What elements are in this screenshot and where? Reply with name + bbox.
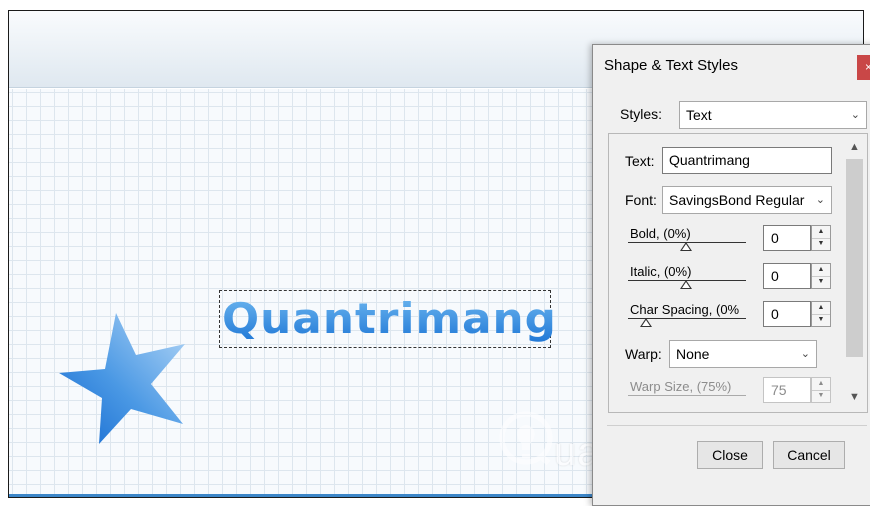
spin-down-icon: ▼	[817, 392, 825, 399]
shape-text-styles-dialog: Shape & Text Styles × Styles: Text ⌄ ▲ ▼…	[592, 44, 870, 506]
text-label: Text:	[625, 153, 655, 169]
bulb-icon	[499, 411, 553, 466]
bold-spinner[interactable]: 0 ▲ ▼	[763, 225, 833, 251]
chevron-down-icon: ⌄	[800, 348, 810, 360]
dialog-separator	[607, 425, 867, 426]
warp-size-value: 75	[763, 377, 811, 403]
bold-slider-thumb[interactable]	[680, 242, 692, 251]
styles-select[interactable]: Text ⌄	[679, 101, 867, 129]
warp-size-spin-buttons: ▲ ▼	[811, 377, 831, 403]
warp-size-spinner: 75 ▲ ▼	[763, 377, 833, 403]
star-icon[interactable]	[59, 311, 201, 446]
scrollbar-thumb[interactable]	[846, 159, 863, 357]
text-field[interactable]: Quantrimang	[662, 147, 832, 174]
italic-label: Italic, (0%)	[630, 264, 692, 279]
dialog-title: Shape & Text Styles	[604, 57, 738, 74]
wordmark-text: Quantrimang	[222, 294, 557, 343]
chevron-down-icon: ⌄	[815, 194, 825, 206]
close-icon[interactable]: ×	[857, 55, 870, 80]
font-label: Font:	[625, 192, 657, 208]
font-select-value: SavingsBond Regular	[669, 192, 805, 208]
chevron-down-icon: ⌄	[850, 109, 860, 121]
spin-down-icon[interactable]: ▼	[812, 314, 830, 326]
scroll-down-icon[interactable]: ▼	[849, 391, 860, 403]
char-spacing-slider-thumb[interactable]	[640, 318, 652, 327]
char-spacing-value[interactable]: 0	[763, 301, 811, 327]
italic-slider-thumb[interactable]	[680, 280, 692, 289]
char-spacing-label: Char Spacing, (0%	[630, 302, 740, 317]
properties-scrollbar[interactable]: ▲ ▼	[843, 139, 865, 409]
italic-value[interactable]: 0	[763, 263, 811, 289]
char-spacing-spinner[interactable]: 0 ▲ ▼	[763, 301, 833, 327]
scroll-up-icon[interactable]: ▲	[849, 141, 860, 153]
spin-down-icon[interactable]: ▼	[812, 238, 830, 250]
styles-select-value: Text	[686, 107, 712, 123]
warp-select-value: None	[676, 346, 710, 362]
warp-select[interactable]: None ⌄	[669, 340, 817, 368]
char-spacing-spin-buttons[interactable]: ▲ ▼	[811, 301, 831, 327]
spin-down-icon[interactable]: ▼	[812, 276, 830, 288]
cancel-button[interactable]: Cancel	[773, 441, 845, 469]
watermark: uantrimang	[496, 408, 763, 481]
bold-spin-buttons[interactable]: ▲ ▼	[811, 225, 831, 251]
bold-value[interactable]: 0	[763, 225, 811, 251]
warp-size-label: Warp Size, (75%)	[630, 379, 732, 394]
warp-label: Warp:	[625, 346, 662, 362]
styles-label: Styles:	[620, 106, 663, 122]
font-select[interactable]: SavingsBond Regular ⌄	[662, 186, 832, 214]
close-button[interactable]: Close	[697, 441, 763, 469]
italic-spinner[interactable]: 0 ▲ ▼	[763, 263, 833, 289]
warp-size-slider-track	[628, 395, 746, 396]
wordmark-text-object[interactable]: Quantrimang	[219, 290, 556, 348]
italic-spin-buttons[interactable]: ▲ ▼	[811, 263, 831, 289]
bold-label: Bold, (0%)	[630, 226, 691, 241]
